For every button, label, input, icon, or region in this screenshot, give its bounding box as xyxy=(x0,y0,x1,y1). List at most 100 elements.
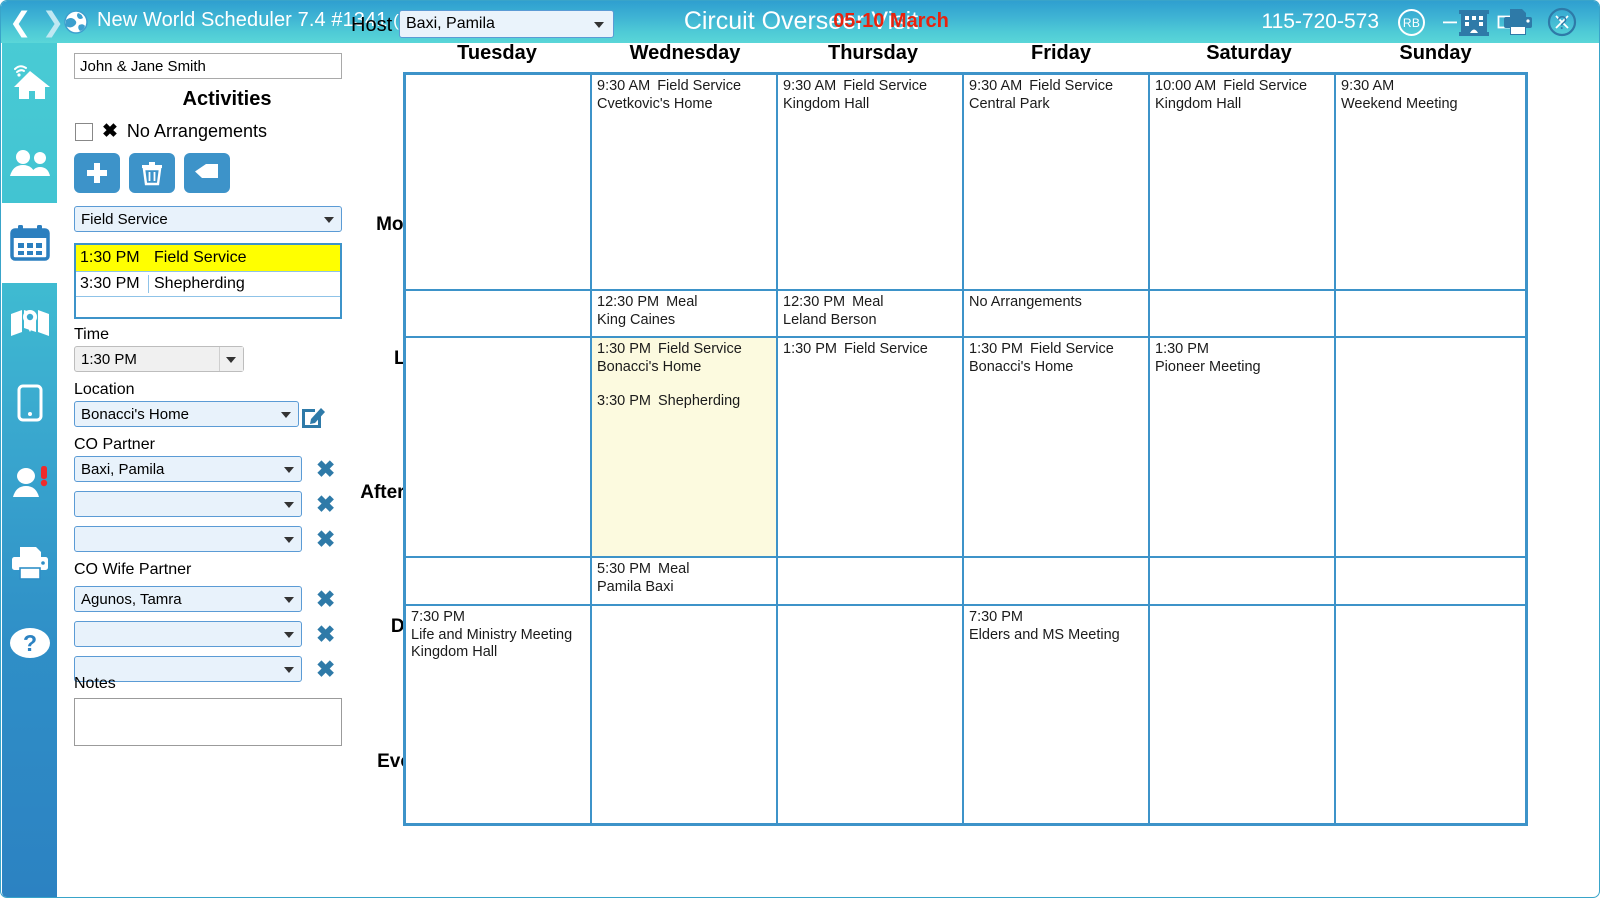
event-line: 7:30 PM xyxy=(411,609,585,627)
notes-textarea[interactable] xyxy=(74,698,342,746)
sidebar-item-mobile[interactable] xyxy=(2,363,57,443)
schedule-cell-wednesday-afternoon[interactable]: 1:30 PM Field Service Bonacci's Home 3:30 P… xyxy=(592,338,778,558)
schedule-cell-friday-afternoon[interactable]: 1:30 PM Field Service Bonacci's Home xyxy=(964,338,1150,558)
event-text: Kingdom Hall xyxy=(411,644,498,660)
co-wife-partner-select-1[interactable]: Agunos, Tamra xyxy=(74,586,302,612)
co-partner-select-1[interactable]: Baxi, Pamila xyxy=(74,456,302,482)
publisher-name-input[interactable] xyxy=(74,53,342,79)
schedule-cell-sunday-afternoon[interactable] xyxy=(1336,338,1525,558)
schedule-cell-saturday-afternoon[interactable]: 1:30 PM Pioneer Meeting xyxy=(1150,338,1336,558)
event-time: 7:30 PM xyxy=(969,609,1023,625)
add-activity-button[interactable] xyxy=(74,153,120,193)
event-line: King Caines xyxy=(597,312,771,330)
activity-list-row[interactable]: 1:30 PM Field Service xyxy=(76,245,340,271)
svg-text:?: ? xyxy=(1557,13,1567,33)
sidebar-item-congregation[interactable] xyxy=(2,123,57,203)
activities-heading: Activities xyxy=(182,88,272,110)
activity-row-desc: Field Service xyxy=(148,249,340,267)
activity-list-row[interactable]: 3:30 PM Shepherding xyxy=(76,271,340,297)
activity-type-value: Field Service xyxy=(81,210,168,228)
host-label: Host xyxy=(351,14,393,36)
co-partner-select-3[interactable] xyxy=(74,526,302,552)
time-select[interactable]: 1:30 PM xyxy=(74,346,244,372)
clear-activity-button[interactable] xyxy=(184,153,230,193)
event-time: 9:30 AM xyxy=(969,78,1023,94)
schedule-cell-sunday-dinner[interactable] xyxy=(1336,558,1525,606)
schedule-cell-thursday-afternoon[interactable]: 1:30 PM Field Service xyxy=(778,338,964,558)
schedule-cell-thursday-dinner[interactable] xyxy=(778,558,964,606)
clear-co-partner-1-button[interactable]: ✖ xyxy=(316,458,335,481)
clear-co-wife-partner-1-button[interactable]: ✖ xyxy=(316,588,335,611)
day-header-tuesday: Tuesday xyxy=(457,42,537,64)
schedule-cell-thursday-evening[interactable] xyxy=(778,606,964,823)
clear-co-wife-partner-3-button[interactable]: ✖ xyxy=(316,658,335,681)
schedule-cell-tuesday-afternoon[interactable] xyxy=(406,338,592,558)
sidebar-item-territories[interactable] xyxy=(2,283,57,363)
schedule-cell-thursday-lunch[interactable]: 12:30 PM Meal Leland Berson xyxy=(778,291,964,338)
help-circle-icon[interactable]: ? xyxy=(1547,7,1577,42)
activity-list-empty-row[interactable] xyxy=(76,297,340,323)
time-label: Time xyxy=(74,326,109,343)
event-line: Central Park xyxy=(969,96,1143,114)
schedule-cell-wednesday-morning[interactable]: 9:30 AM Field Service Cvetkovic's Home xyxy=(592,75,778,291)
schedule-cell-wednesday-dinner[interactable]: 5:30 PM Meal Pamila Baxi xyxy=(592,558,778,606)
printer-icon xyxy=(11,547,48,580)
top-toolbar: ? xyxy=(1459,7,1577,42)
schedule-cell-friday-morning[interactable]: 9:30 AM Field Service Central Park xyxy=(964,75,1150,291)
user-avatar[interactable]: RB xyxy=(1398,9,1425,36)
schedule-cell-friday-lunch[interactable]: No Arrangements xyxy=(964,291,1150,338)
co-wife-partner-value-1: Agunos, Tamra xyxy=(81,590,182,608)
co-partner-select-2[interactable] xyxy=(74,491,302,517)
event-line: Bonacci's Home xyxy=(597,359,771,377)
host-select[interactable]: Baxi, Pamila xyxy=(399,10,614,38)
schedule-cell-saturday-dinner[interactable] xyxy=(1150,558,1336,606)
no-arrangements-checkbox[interactable] xyxy=(75,122,93,141)
event-time: 9:30 AM xyxy=(783,78,837,94)
schedule-cell-friday-dinner[interactable] xyxy=(964,558,1150,606)
schedule-cell-saturday-evening[interactable] xyxy=(1150,606,1336,823)
delete-activity-button[interactable] xyxy=(129,153,175,193)
no-arrangements-label: No Arrangements xyxy=(126,121,267,141)
left-nav-rail: ? xyxy=(2,43,57,897)
sidebar-item-home[interactable] xyxy=(2,43,57,123)
kingdom-hall-icon[interactable] xyxy=(1459,8,1489,41)
no-arrangements-row[interactable]: ✖ No Arrangements xyxy=(75,121,267,142)
activity-list[interactable]: 1:30 PM Field Service 3:30 PM Shepherdin… xyxy=(74,243,342,319)
event-text: Field Service xyxy=(1029,78,1114,94)
sidebar-item-help[interactable]: ? xyxy=(2,603,57,683)
eraser-icon xyxy=(195,164,218,178)
schedule-cell-wednesday-lunch[interactable]: 12:30 PM Meal King Caines xyxy=(592,291,778,338)
clear-co-partner-3-button[interactable]: ✖ xyxy=(316,528,335,551)
schedule-cell-tuesday-morning[interactable] xyxy=(406,75,592,291)
location-select[interactable]: Bonacci's Home xyxy=(74,401,299,427)
edit-location-button[interactable] xyxy=(300,404,326,435)
event-text: Cvetkovic's Home xyxy=(597,95,713,112)
event-text: Field Service xyxy=(657,78,742,94)
edit-pencil-icon xyxy=(302,408,325,428)
print-icon[interactable] xyxy=(1503,8,1533,41)
sidebar-item-print[interactable] xyxy=(2,523,57,603)
schedule-cell-friday-evening[interactable]: 7:30 PM Elders and MS Meeting xyxy=(964,606,1150,823)
date-range-label: 05-10 March xyxy=(833,10,949,32)
day-header-saturday: Saturday xyxy=(1206,42,1292,64)
schedule-cell-tuesday-evening[interactable]: 7:30 PM Life and Ministry Meeting Kingdom … xyxy=(406,606,592,823)
schedule-cell-tuesday-lunch[interactable] xyxy=(406,291,592,338)
schedule-cell-sunday-morning[interactable]: 9:30 AM Weekend Meeting xyxy=(1336,75,1525,291)
schedule-cell-thursday-morning[interactable]: 9:30 AM Field Service Kingdom Hall xyxy=(778,75,964,291)
day-header-thursday: Thursday xyxy=(827,42,919,64)
event-text: Leland Berson xyxy=(783,311,877,328)
schedule-cell-tuesday-dinner[interactable] xyxy=(406,558,592,606)
co-wife-partner-select-2[interactable] xyxy=(74,621,302,647)
schedule-cell-sunday-lunch[interactable] xyxy=(1336,291,1525,338)
schedule-cell-wednesday-evening[interactable] xyxy=(592,606,778,823)
schedule-grid: 9:30 AM Field Service Cvetkovic's Home 9:30… xyxy=(403,72,1528,826)
event-text: Kingdom Hall xyxy=(783,95,870,112)
schedule-cell-saturday-lunch[interactable] xyxy=(1150,291,1336,338)
schedule-cell-sunday-evening[interactable] xyxy=(1336,606,1525,823)
event-line: Cvetkovic's Home xyxy=(597,96,771,114)
event-time: 1:30 PM xyxy=(597,341,651,357)
schedule-cell-saturday-morning[interactable]: 10:00 AM Field Service Kingdom Hall xyxy=(1150,75,1336,291)
sidebar-item-calendar[interactable] xyxy=(2,203,57,283)
license-serial: 115-720-573 xyxy=(1261,10,1379,33)
sidebar-item-publisher-alerts[interactable] xyxy=(2,443,57,523)
